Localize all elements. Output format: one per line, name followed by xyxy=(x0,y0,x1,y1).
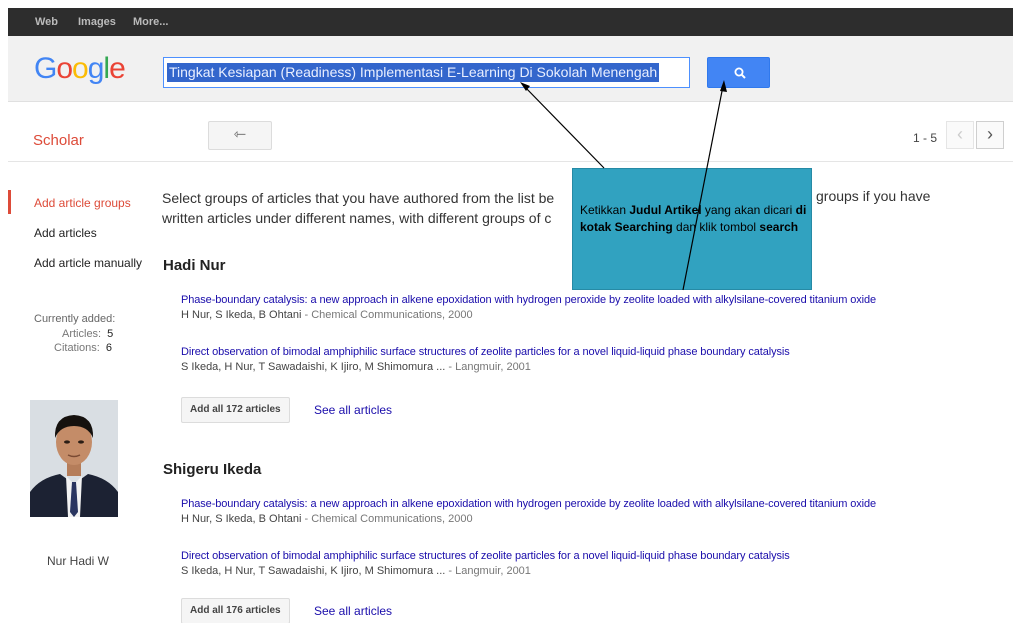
arrow-to-search-button xyxy=(682,85,724,291)
arrowhead xyxy=(720,80,727,92)
annotation-arrows xyxy=(520,80,727,291)
arrowhead xyxy=(520,82,530,91)
arrow-to-search-input xyxy=(523,85,605,169)
